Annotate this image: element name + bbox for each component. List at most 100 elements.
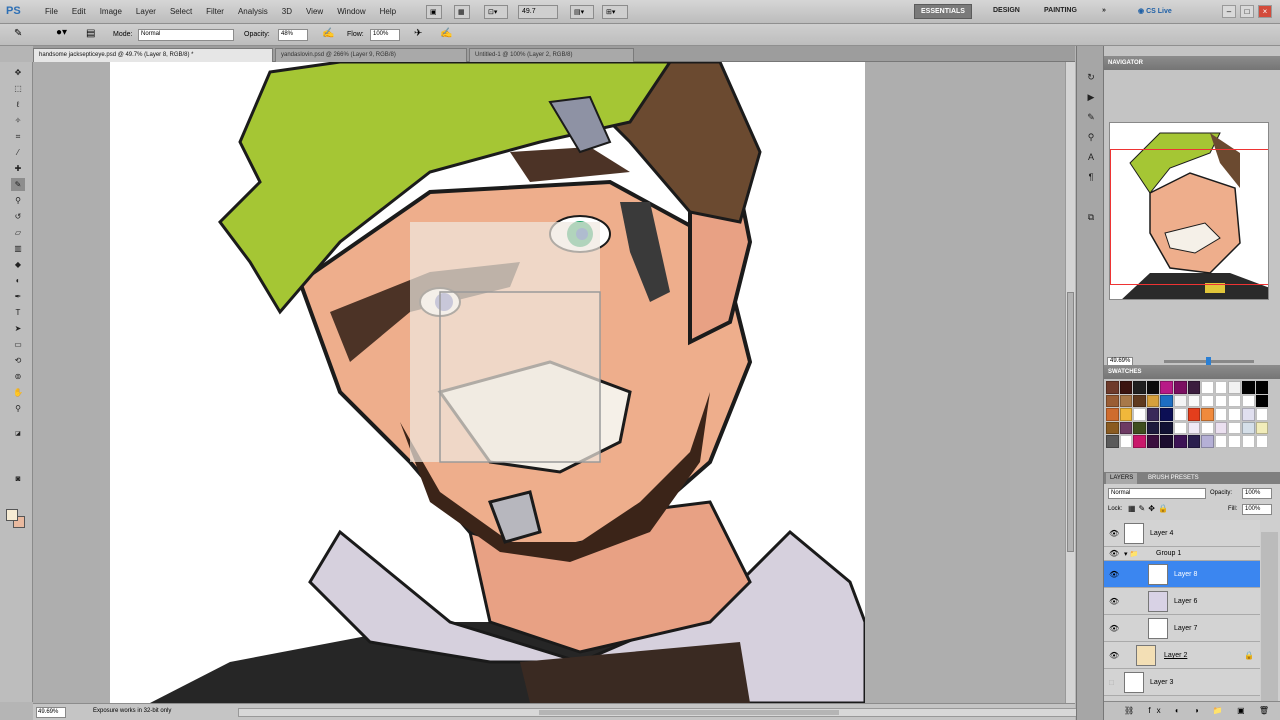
layer-group-row[interactable]: 👁 ▾ 📁 Group 1	[1104, 547, 1260, 561]
swatch[interactable]	[1146, 435, 1160, 448]
history-brush-tool-icon[interactable]: ↺	[11, 210, 25, 223]
swatch[interactable]	[1228, 394, 1241, 408]
swatch[interactable]	[1133, 435, 1146, 448]
swatch[interactable]	[1214, 394, 1228, 408]
layer-row[interactable]: 👁 Layer 8	[1104, 561, 1260, 588]
swatch[interactable]	[1187, 435, 1201, 448]
swatch[interactable]	[1201, 381, 1214, 394]
menu-filter[interactable]: Filter	[199, 7, 231, 16]
vertical-scrollbar[interactable]	[1065, 62, 1075, 703]
brush-tool-icon[interactable]: ✎	[14, 28, 22, 39]
eraser-tool-icon[interactable]: ▱	[11, 226, 25, 239]
menu-select[interactable]: Select	[163, 7, 199, 16]
swatch[interactable]	[1133, 421, 1146, 435]
close-button[interactable]: ×	[1258, 5, 1272, 18]
menu-image[interactable]: Image	[93, 7, 129, 16]
swatch[interactable]	[1133, 381, 1146, 394]
swatch[interactable]	[1106, 435, 1119, 448]
canvas-area[interactable]	[33, 62, 1075, 703]
swatch[interactable]	[1173, 435, 1187, 448]
swatch[interactable]	[1119, 421, 1133, 435]
character-panel-icon[interactable]: A	[1084, 150, 1098, 164]
swatch[interactable]	[1173, 421, 1187, 435]
layer-footer-icons[interactable]: ⛓ fx ◐ ◑ 📁 ▣ 🗑	[1124, 706, 1275, 715]
swatch[interactable]	[1173, 394, 1187, 408]
swatch[interactable]	[1106, 421, 1119, 435]
swatch[interactable]	[1255, 381, 1269, 394]
swatch[interactable]	[1146, 408, 1160, 421]
swatch[interactable]	[1133, 408, 1146, 421]
brush-tool-icon[interactable]: ✎	[11, 178, 25, 191]
flow-field[interactable]: 100%	[370, 29, 400, 41]
slider-knob[interactable]	[1206, 357, 1211, 365]
swatch[interactable]	[1255, 408, 1269, 421]
swatch[interactable]	[1214, 421, 1228, 435]
quick-mask-icon[interactable]: ◙	[11, 472, 25, 485]
navigator-title[interactable]: NAVIGATOR	[1104, 56, 1280, 70]
swatch[interactable]	[1119, 408, 1133, 421]
swatch[interactable]	[1214, 408, 1228, 421]
gradient-tool-icon[interactable]: ▥	[11, 242, 25, 255]
minimize-button[interactable]: –	[1222, 5, 1236, 18]
navigator-zoom-slider[interactable]	[1164, 357, 1254, 365]
menu-window[interactable]: Window	[330, 7, 372, 16]
workspace-design[interactable]: DESIGN	[987, 4, 1026, 19]
pen-tool-icon[interactable]: ✒	[11, 290, 25, 303]
menu-help[interactable]: Help	[373, 7, 403, 16]
layer-row[interactable]: 👁 Layer 2 🔒	[1104, 642, 1260, 669]
swatch[interactable]	[1241, 435, 1255, 448]
visibility-eye-icon[interactable]: □	[1109, 678, 1114, 687]
clone-stamp-tool-icon[interactable]: ⚲	[11, 194, 25, 207]
scrollbar-thumb[interactable]	[1067, 292, 1074, 552]
visibility-eye-icon[interactable]: 👁	[1109, 529, 1119, 538]
scrollbar-thumb[interactable]	[539, 710, 839, 715]
menu-3d[interactable]: 3D	[275, 7, 299, 16]
swatch[interactable]	[1119, 435, 1133, 448]
restore-button[interactable]: □	[1240, 5, 1254, 18]
dodge-tool-icon[interactable]: ◐	[11, 274, 25, 287]
3d-orbit-tool-icon[interactable]: ⊚	[11, 370, 25, 383]
tab-yandaslovin[interactable]: yandaslovin.psd @ 266% (Layer 9, RGB/8)	[275, 48, 467, 62]
view-extras-icon[interactable]: ⊡▾	[484, 5, 508, 19]
swatch[interactable]	[1228, 421, 1241, 435]
crop-tool-icon[interactable]: ⌗	[11, 130, 25, 143]
eyedropper-tool-icon[interactable]: ⁄	[11, 146, 25, 159]
guides-icon[interactable]: ▦	[454, 5, 470, 19]
layer-row[interactable]: 👁 Layer 4	[1104, 520, 1260, 547]
layer-opacity-field[interactable]: 100%	[1242, 488, 1272, 499]
swatch[interactable]	[1255, 435, 1269, 448]
swatch[interactable]	[1241, 408, 1255, 421]
history-panel-icon[interactable]: ↻	[1084, 70, 1098, 84]
move-tool-icon[interactable]: ✥	[11, 66, 25, 79]
zoom-tool-icon[interactable]: ⚲	[11, 402, 25, 415]
swatch[interactable]	[1187, 381, 1201, 394]
layers-scrollbar[interactable]	[1261, 532, 1278, 707]
swatch[interactable]	[1160, 408, 1173, 421]
tab-untitled-1[interactable]: Untitled-1 @ 100% (Layer 2, RGB/8)	[469, 48, 634, 62]
menu-view[interactable]: View	[299, 7, 330, 16]
marquee-tool-icon[interactable]: ⬚	[11, 82, 25, 95]
3d-rotate-tool-icon[interactable]: ⟲	[11, 354, 25, 367]
default-colors-icon[interactable]: ◪	[11, 428, 25, 441]
swatch[interactable]	[1201, 394, 1214, 408]
swatch[interactable]	[1241, 394, 1255, 408]
swatch[interactable]	[1173, 381, 1187, 394]
tab-handsome-jacksepticeye[interactable]: handsome jacksepticeye.psd @ 49.7% (Laye…	[33, 48, 273, 62]
menu-file[interactable]: File	[38, 7, 65, 16]
swatch[interactable]	[1255, 394, 1269, 408]
swatch[interactable]	[1106, 408, 1119, 421]
swatch[interactable]	[1160, 394, 1173, 408]
swatch[interactable]	[1228, 408, 1241, 421]
pressure-size-icon[interactable]: ✍	[440, 28, 452, 39]
swatch[interactable]	[1255, 421, 1269, 435]
tab-brush-presets[interactable]: BRUSH PRESETS	[1144, 473, 1203, 484]
brush-preset-picker[interactable]: ●▾	[56, 27, 67, 38]
swatch[interactable]	[1146, 421, 1160, 435]
mode-select[interactable]: Normal	[138, 29, 234, 41]
path-selection-tool-icon[interactable]: ➤	[11, 322, 25, 335]
hand-tool-icon[interactable]: ✋	[11, 386, 25, 399]
lasso-tool-icon[interactable]: ℓ	[11, 98, 25, 111]
swatch[interactable]	[1106, 394, 1119, 408]
swatch[interactable]	[1228, 381, 1241, 394]
3d-panel-icon[interactable]: ⧉	[1084, 210, 1098, 224]
